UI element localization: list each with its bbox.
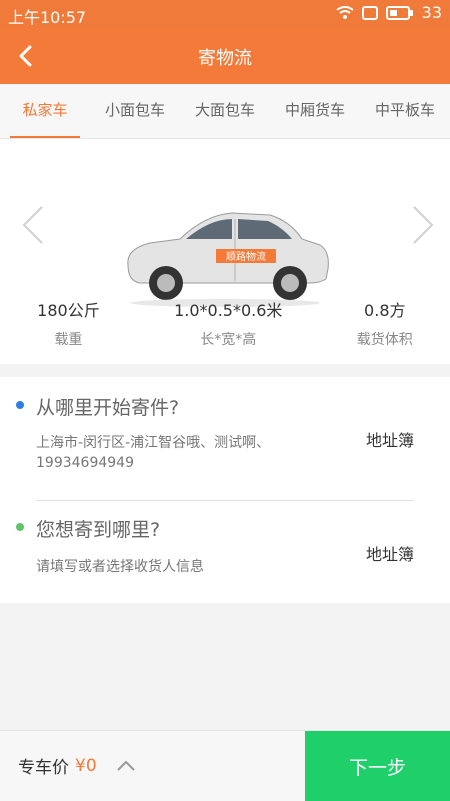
chevron-right-icon bbox=[413, 206, 434, 244]
to-address-row[interactable]: 您想寄到哪里? 请填写或者选择收货人信息 地址簿 bbox=[0, 501, 450, 603]
from-address-book-link[interactable]: 地址簿 bbox=[366, 427, 414, 451]
car-image: 顺路物流 bbox=[127, 212, 329, 307]
status-bar: 上午10:57 33 bbox=[0, 0, 450, 28]
status-icons: 33 bbox=[336, 3, 442, 22]
to-address-book-link[interactable]: 地址簿 bbox=[366, 541, 414, 565]
spec-load: 180公斤 载重 bbox=[37, 297, 100, 349]
spec-volume: 0.8方 载货体积 bbox=[357, 297, 413, 349]
spec-label: 载货体积 bbox=[356, 332, 413, 348]
to-address-detail: 请填写或者选择收货人信息 bbox=[36, 559, 204, 575]
spec-value: 180公斤 bbox=[37, 301, 100, 320]
tab-small-van[interactable]: 小面包车 bbox=[90, 84, 180, 138]
to-question: 您想寄到哪里? bbox=[36, 519, 161, 541]
page-title: 寄物流 bbox=[198, 48, 252, 69]
chevron-left-icon bbox=[22, 206, 43, 244]
price-amount: ¥0 bbox=[75, 755, 97, 776]
wifi-icon bbox=[336, 5, 354, 19]
from-address-row[interactable]: 从哪里开始寄件? 上海市-闵行区-浦江智谷哦、测试啊、 19934694949 … bbox=[0, 377, 450, 499]
battery-level: 33 bbox=[421, 3, 442, 22]
spec-value: 0.8方 bbox=[364, 301, 406, 320]
vehicle-tabs: 私家车 小面包车 大面包车 中厢货车 中平板车 bbox=[0, 84, 450, 139]
tab-flatbed-truck[interactable]: 中平板车 bbox=[360, 84, 450, 138]
tab-private-car[interactable]: 私家车 bbox=[0, 84, 90, 138]
from-address-detail: 上海市-闵行区-浦江智谷哦、测试啊、 19934694949 bbox=[36, 433, 270, 473]
from-question: 从哪里开始寄件? bbox=[36, 397, 180, 419]
tab-box-truck[interactable]: 中厢货车 bbox=[270, 84, 360, 138]
prev-vehicle-button[interactable] bbox=[18, 203, 46, 247]
vehicle-panel: 顺路物流 180公斤 载重 1.0*0.5*0.6米 长*宽*高 0.8方 载货… bbox=[0, 139, 450, 364]
notification-icon bbox=[361, 5, 378, 20]
from-address-line: 上海市-闵行区-浦江智谷哦、测试啊、 bbox=[36, 435, 271, 451]
chevron-up-icon[interactable] bbox=[115, 759, 137, 773]
tab-large-van[interactable]: 大面包车 bbox=[180, 84, 270, 138]
address-panel: 从哪里开始寄件? 上海市-闵行区-浦江智谷哦、测试啊、 19934694949 … bbox=[0, 377, 450, 603]
price-label: 专车价 bbox=[18, 758, 69, 778]
battery-icon bbox=[385, 5, 413, 20]
spec-label: 长*宽*高 bbox=[200, 332, 257, 348]
spec-dimensions: 1.0*0.5*0.6米 长*宽*高 bbox=[174, 297, 282, 349]
status-time: 上午10:57 bbox=[8, 8, 87, 27]
price-summary[interactable]: 专车价 ¥0 bbox=[18, 753, 137, 778]
from-dot-icon bbox=[16, 401, 24, 409]
to-dot-icon bbox=[16, 523, 24, 531]
spec-label: 载重 bbox=[54, 332, 83, 348]
bottom-bar: 专车价 ¥0 下一步 bbox=[0, 730, 450, 801]
app-header: 寄物流 bbox=[0, 28, 450, 84]
car-badge-text: 顺路物流 bbox=[226, 250, 266, 263]
next-vehicle-button[interactable] bbox=[410, 203, 438, 247]
spec-value: 1.0*0.5*0.6米 bbox=[174, 301, 283, 320]
next-step-button[interactable]: 下一步 bbox=[305, 731, 450, 801]
vehicle-specs: 180公斤 载重 1.0*0.5*0.6米 长*宽*高 0.8方 载货体积 bbox=[0, 297, 450, 349]
from-phone: 19934694949 bbox=[36, 455, 134, 471]
